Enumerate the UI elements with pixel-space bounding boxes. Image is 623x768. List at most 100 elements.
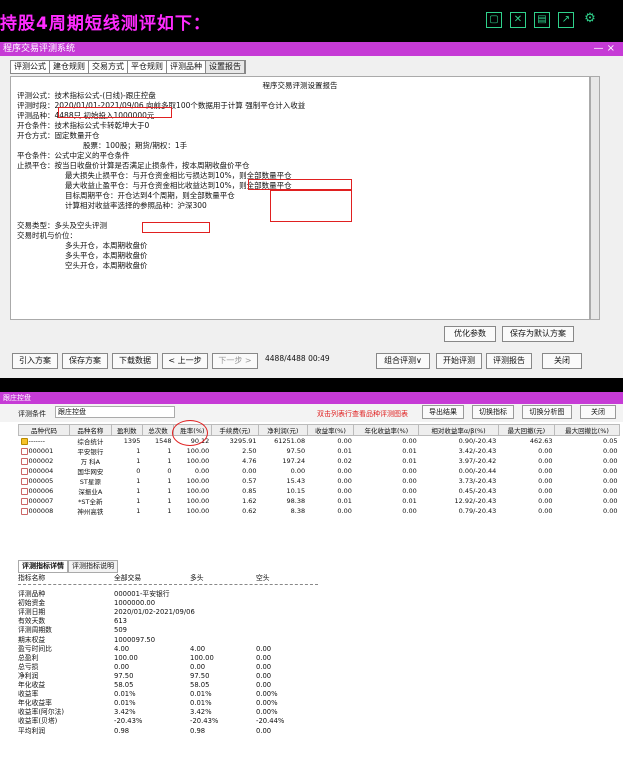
column-header[interactable]: 净利润(元) [258, 424, 308, 436]
download-data-button[interactable]: 下载数据 [112, 353, 158, 369]
save-icon[interactable]: ▤ [534, 12, 550, 28]
table-cell: 1.62 [242, 497, 257, 505]
column-header[interactable]: 最大回撤(元) [497, 424, 556, 436]
table-row[interactable]: 000001 平安银行 1 1 100.00 2.50 97.50 0.01 0.01 3.42/… [19, 446, 620, 456]
restore-icon[interactable]: ▢ [486, 12, 502, 28]
table-cell: 1395 [123, 437, 141, 445]
table-cell: 0.00 [194, 467, 210, 475]
detail-metric-value: 100.00 [114, 653, 138, 662]
table-cell: 100.00 [186, 447, 210, 455]
detail-metric-name: 收益率 [18, 690, 39, 699]
detail-metric-value: 509 [114, 626, 127, 635]
table-row[interactable]: 000004 国华网安 0 0 0.00 0.00 0.00 0.00 0.00 0.00/-20… [19, 466, 620, 476]
detail-metric-value: 0.00 [256, 671, 272, 680]
table-cell: 0.00 [538, 487, 553, 495]
window1-title-bar: 程序交易评测系统 [0, 42, 623, 56]
switch-indicator-button[interactable]: 切换指标 [472, 405, 514, 419]
table-row[interactable]: ------- 综合统计 1395 1548 90.12 3295.91 61251.08 0… [19, 436, 620, 446]
table-cell: 0.01 [402, 457, 417, 465]
table-cell: 0.00 [402, 467, 417, 475]
stock-code: 000004 [28, 467, 54, 475]
table-cell: 000008 [19, 506, 70, 516]
column-header[interactable]: 相对收益率α/β(%) [418, 424, 499, 436]
prev-step-button[interactable]: < 上一步 [162, 353, 208, 369]
table-row[interactable]: 000002 万 科A 1 1 100.00 4.76 197.24 0.02 0.01 3.97… [19, 456, 620, 466]
window1-controls[interactable]: — × [593, 42, 615, 56]
column-header[interactable]: 总次数 [141, 424, 175, 436]
column-header[interactable]: 品种代码 [17, 424, 71, 436]
export-results-button[interactable]: 导出结果 [422, 405, 464, 419]
start-eval-button[interactable]: 开始评测 [436, 353, 482, 369]
checkbox-icon[interactable] [20, 447, 28, 455]
stock-code: 000007 [28, 497, 54, 505]
detail-tabs: 评测指标详情 评测指标说明 [18, 560, 118, 573]
column-header[interactable]: 盈利数 [110, 424, 143, 436]
column-header[interactable]: 年化收益率(%) [353, 424, 420, 436]
next-step-button[interactable]: 下一步 > [212, 353, 258, 369]
detail-metric-value: -20.44% [256, 717, 285, 726]
switch-chart-button[interactable]: 切换分析图 [522, 405, 572, 419]
report-scrollbar[interactable] [590, 76, 600, 320]
detail-tab-1[interactable]: 评测指标说明 [68, 560, 118, 573]
checkbox-icon[interactable] [20, 507, 28, 515]
save-plan-button[interactable]: 保存方案 [62, 353, 108, 369]
table-cell: 3.73/-20.43 [458, 477, 497, 485]
table-row[interactable]: 000005 ST星源 1 1 100.00 0.57 15.43 0.00 0.00 3.73/… [19, 476, 620, 486]
table-cell: 0.45/-20.43 [458, 487, 497, 495]
save-default-button[interactable]: 保存为默认方案 [502, 326, 574, 342]
tab-5[interactable]: 设置报告 [206, 61, 245, 73]
column-header[interactable]: 最大回撤比(%) [554, 424, 620, 436]
export-icon[interactable]: ↗ [558, 12, 574, 28]
settings-tabs: 评测公式 建仓规则 交易方式 平仓规则 评测品种 设置报告 [10, 60, 246, 74]
eval-report-button[interactable]: 评测报告 [486, 353, 532, 369]
checkbox-icon[interactable] [20, 497, 28, 505]
tab-2[interactable]: 交易方式 [89, 61, 128, 73]
highlight-target-period [142, 222, 210, 233]
tab-4[interactable]: 评测品种 [167, 61, 206, 73]
tab-3[interactable]: 平仓规则 [128, 61, 167, 73]
checkbox-icon[interactable] [20, 467, 28, 475]
column-header[interactable]: 收益率(%) [306, 424, 355, 436]
detail-metric-name: 年化收益 [18, 681, 46, 689]
tab-1[interactable]: 建仓规则 [50, 61, 89, 73]
report-line: 目标周期平仓：开仓达到4个周期，则全部数量平仓 [65, 191, 235, 200]
detail-metric-name: 收益率(阿尔法) [18, 708, 65, 717]
table-row[interactable]: 000008 神州高铁 1 1 100.00 0.62 8.38 0.00 0.00 0.79/-… [19, 506, 620, 516]
table-cell: 0 [167, 467, 172, 475]
table-cell: 0.00 [603, 477, 618, 485]
report-line: 计算相对收益率选择的参照品种：沪深300 [65, 201, 207, 210]
highlight-period [58, 107, 172, 118]
table-cell: 1 [167, 477, 172, 485]
column-header[interactable]: 手续费(元) [210, 424, 260, 436]
report-line: 交易类型：多头及空头评测 [17, 221, 107, 230]
table-cell: 0.01 [337, 447, 352, 455]
optimize-params-button[interactable]: 优化参数 [444, 326, 496, 342]
column-header[interactable]: 品种名称 [69, 424, 112, 436]
table-row[interactable]: 000007 *ST全新 1 1 100.00 1.62 98.38 0.01 0.01 12.9… [19, 496, 620, 506]
table-cell: 0.01 [337, 497, 352, 505]
table-cell: 4.76 [242, 457, 257, 465]
close-button[interactable]: 关闭 [542, 353, 582, 369]
stock-code: 000002 [28, 457, 54, 465]
table-cell: 1 [136, 447, 141, 455]
tab-0[interactable]: 评测公式 [11, 61, 50, 73]
condition-select[interactable]: 跟庄控盘 [55, 406, 175, 418]
table-cell: 深振业A [78, 488, 103, 496]
detail-metric-value: -20.43% [190, 717, 219, 726]
import-plan-button[interactable]: 引入方案 [12, 353, 58, 369]
combo-eval-button[interactable]: 组合评测∨ [376, 353, 430, 369]
table-row[interactable]: 000006 深振业A 1 1 100.00 0.85 10.15 0.00 0.00 0.45/… [19, 486, 620, 496]
checkbox-icon[interactable] [20, 457, 28, 465]
checkbox-icon[interactable] [20, 487, 28, 495]
table-cell: 国华网安 [77, 468, 104, 476]
checkbox-icon[interactable] [20, 477, 28, 485]
summary-icon[interactable] [20, 437, 28, 445]
detail-metric-value: 0.00% [256, 699, 278, 708]
gear-icon[interactable]: ⚙ [582, 12, 598, 28]
table-cell: 10.15 [286, 487, 306, 495]
table-cell: 1 [136, 457, 141, 465]
detail-tab-0[interactable]: 评测指标详情 [18, 560, 68, 573]
close-results-button[interactable]: 关闭 [580, 405, 616, 419]
detail-metric-value: 0.00 [256, 681, 272, 689]
close-x-icon[interactable]: ✕ [510, 12, 526, 28]
